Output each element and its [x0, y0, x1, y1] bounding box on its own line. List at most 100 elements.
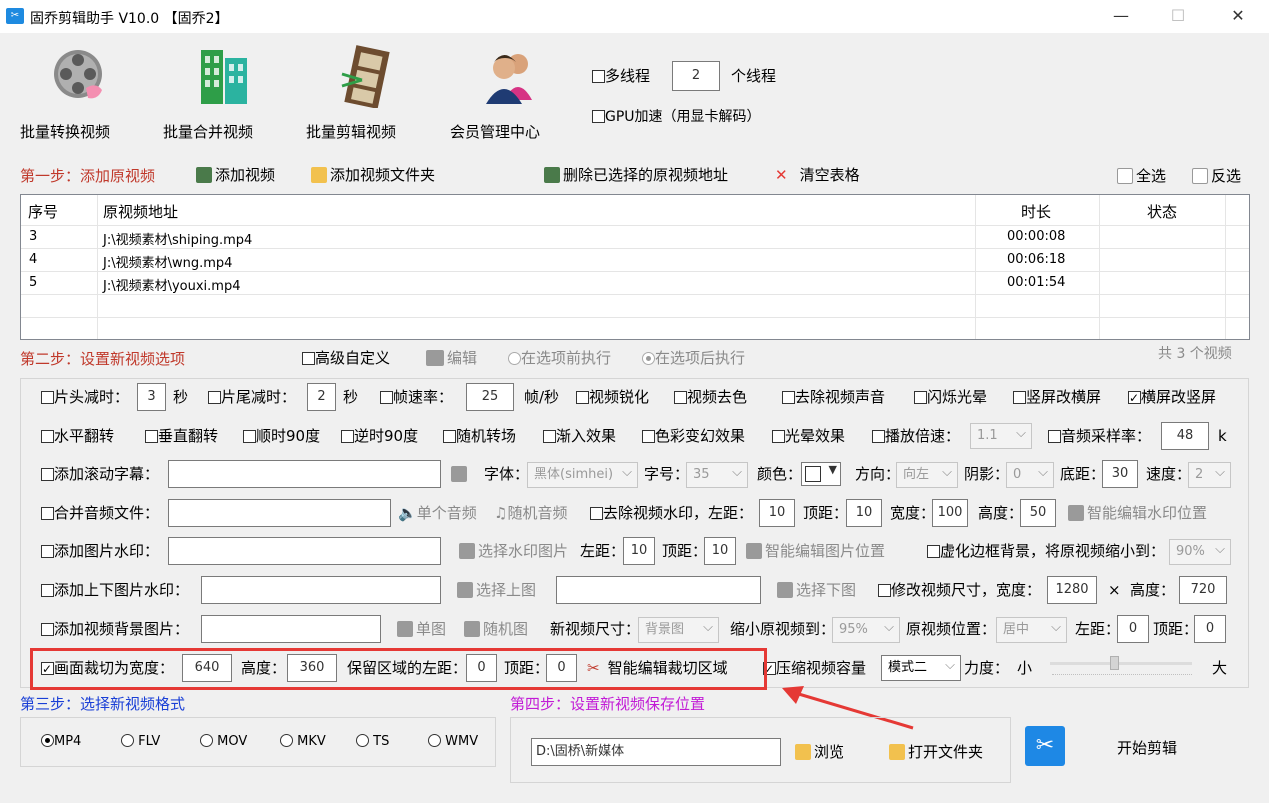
scroll-text-input[interactable]	[168, 460, 441, 488]
format-mp4-radio[interactable]	[41, 734, 54, 747]
cw90-checkbox[interactable]	[243, 430, 256, 443]
header-path[interactable]: 原视频地址	[103, 201, 178, 222]
gpu-checkbox[interactable]	[592, 110, 605, 123]
row-path[interactable]: J:\视频素材\youxi.mp4	[103, 275, 240, 294]
batch-convert-button[interactable]: 批量转换视频	[20, 40, 140, 141]
save-path-input[interactable]: D:\固桥\新媒体	[531, 738, 781, 766]
tail-cut-input[interactable]: 2	[307, 383, 336, 411]
format-ts-option[interactable]: TS	[356, 732, 389, 752]
wm-top-input[interactable]: 10	[846, 499, 882, 527]
member-center-button[interactable]: 会员管理中心	[450, 40, 570, 141]
format-mov-option[interactable]: MOV	[200, 732, 247, 752]
fps-option[interactable]: 帧速率：	[380, 387, 453, 407]
compress-mode-select[interactable]: 模式二	[881, 654, 961, 681]
select-wm-img-button[interactable]: 选择水印图片	[459, 541, 568, 561]
select-top-img-button[interactable]: 选择上图	[457, 580, 536, 600]
wm-left-input[interactable]: 10	[759, 499, 795, 527]
sample-checkbox[interactable]	[1048, 430, 1061, 443]
fade-option[interactable]: 渐入效果	[543, 426, 616, 446]
scroll-text-checkbox[interactable]	[41, 468, 54, 481]
compress-option[interactable]: 压缩视频容量	[763, 658, 866, 679]
blur-bg-checkbox[interactable]	[927, 545, 940, 558]
bottom-input[interactable]: 30	[1102, 460, 1138, 488]
img-wm-input[interactable]	[168, 537, 441, 565]
head-cut-checkbox[interactable]	[41, 391, 54, 404]
single-audio-button[interactable]: 🔈单个音频	[398, 503, 477, 523]
remove-wm-checkbox[interactable]	[590, 507, 603, 520]
h2v-option[interactable]: 横屏改竖屏	[1128, 387, 1216, 408]
font-select[interactable]: 黑体(simhei)	[527, 461, 638, 488]
halo-checkbox[interactable]	[772, 430, 785, 443]
row-path[interactable]: J:\视频素材\wng.mp4	[103, 252, 232, 271]
v2h-option[interactable]: 竖屏改横屏	[1013, 387, 1101, 407]
resize-checkbox[interactable]	[878, 584, 891, 597]
new-size-select[interactable]: 背景图	[638, 616, 719, 643]
vflip-checkbox[interactable]	[145, 430, 158, 443]
sample-input[interactable]: 48	[1161, 422, 1209, 450]
v2h-checkbox[interactable]	[1013, 391, 1026, 404]
cw90-option[interactable]: 顺时90度	[243, 426, 320, 446]
blur-bg-option[interactable]: 虚化边框背景，将原视频缩小到：	[927, 541, 1165, 561]
format-mp4-option[interactable]: MP4	[41, 732, 81, 752]
img-left-input[interactable]: 10	[623, 537, 655, 565]
blur-scale-select[interactable]: 90%	[1169, 538, 1231, 565]
row-duration[interactable]: 00:00:08	[1007, 229, 1065, 244]
start-button[interactable]: 开始剪辑	[1117, 738, 1177, 758]
format-wmv-option[interactable]: WMV	[428, 732, 478, 752]
scroll-text-edit-button[interactable]	[451, 464, 470, 484]
after-option[interactable]: 在选项后执行	[642, 348, 745, 368]
ccw90-option[interactable]: 逆时90度	[341, 426, 418, 446]
smart-wm-button[interactable]: 智能编辑水印位置	[1068, 503, 1207, 523]
mute-option[interactable]: 去除视频声音	[782, 387, 885, 407]
mute-checkbox[interactable]	[782, 391, 795, 404]
row-no[interactable]: 5	[29, 275, 37, 290]
bg-img-option[interactable]: 添加视频背景图片：	[41, 619, 189, 639]
flash-option[interactable]: 闪烁光晕	[914, 387, 987, 407]
force-slider-thumb[interactable]	[1109, 656, 1119, 670]
row-path[interactable]: J:\视频素材\shiping.mp4	[103, 229, 252, 248]
pos-select[interactable]: 居中	[996, 616, 1067, 643]
random-audio-button[interactable]: ♫随机音频	[494, 503, 567, 523]
row-duration[interactable]: 00:06:18	[1007, 252, 1065, 267]
head-cut-input[interactable]: 3	[137, 383, 166, 411]
img-wm-option[interactable]: 添加图片水印：	[41, 541, 159, 561]
format-ts-radio[interactable]	[356, 734, 369, 747]
clear-table-button[interactable]: ✕ 清空表格	[775, 165, 860, 185]
format-mkv-radio[interactable]	[280, 734, 293, 747]
speed-checkbox[interactable]	[872, 430, 885, 443]
fps-checkbox[interactable]	[380, 391, 393, 404]
threads-input[interactable]: 2	[672, 61, 720, 91]
format-mov-radio[interactable]	[200, 734, 213, 747]
video-table[interactable]: 序号 原视频地址 时长 状态 3 J:\视频素材\shiping.mp4 00:…	[20, 194, 1250, 340]
img-top-input[interactable]: 10	[704, 537, 736, 565]
advanced-checkbox[interactable]	[302, 352, 315, 365]
top-img-input[interactable]	[201, 576, 441, 604]
tb-wm-option[interactable]: 添加上下图片水印：	[41, 580, 189, 600]
decolor-checkbox[interactable]	[674, 391, 687, 404]
select-bottom-img-button[interactable]: 选择下图	[777, 580, 856, 600]
header-duration[interactable]: 时长	[1021, 201, 1051, 222]
smart-img-button[interactable]: 智能编辑图片位置	[746, 541, 885, 561]
shrink-select[interactable]: 95%	[832, 616, 900, 643]
color-fx-checkbox[interactable]	[642, 430, 655, 443]
color-fx-option[interactable]: 色彩变幻效果	[642, 426, 745, 446]
remove-wm-option[interactable]: 去除视频水印，左距：	[590, 503, 753, 523]
maximize-button[interactable]: ☐	[1168, 6, 1188, 26]
merge-audio-input[interactable]	[168, 499, 391, 527]
format-wmv-radio[interactable]	[428, 734, 441, 747]
row-no[interactable]: 4	[29, 252, 37, 267]
bottom-img-input[interactable]	[556, 576, 761, 604]
select-all-button[interactable]: 全选	[1117, 166, 1166, 186]
header-no[interactable]: 序号	[28, 201, 58, 222]
batch-merge-button[interactable]: 批量合并视频	[163, 40, 283, 141]
scroll-text-option[interactable]: 添加滚动字幕：	[41, 464, 159, 484]
sample-option[interactable]: 音频采样率：	[1048, 426, 1151, 446]
add-video-button[interactable]: 添加视频	[196, 165, 275, 185]
direction-select[interactable]: 向左	[896, 461, 958, 488]
single-img-button[interactable]: 单图	[397, 619, 446, 639]
ccw90-checkbox[interactable]	[341, 430, 354, 443]
scroll-speed-select[interactable]: 2	[1188, 461, 1231, 488]
close-button[interactable]: ✕	[1228, 6, 1248, 26]
fade-checkbox[interactable]	[543, 430, 556, 443]
head-cut-option[interactable]: 片头减时：	[41, 387, 129, 407]
